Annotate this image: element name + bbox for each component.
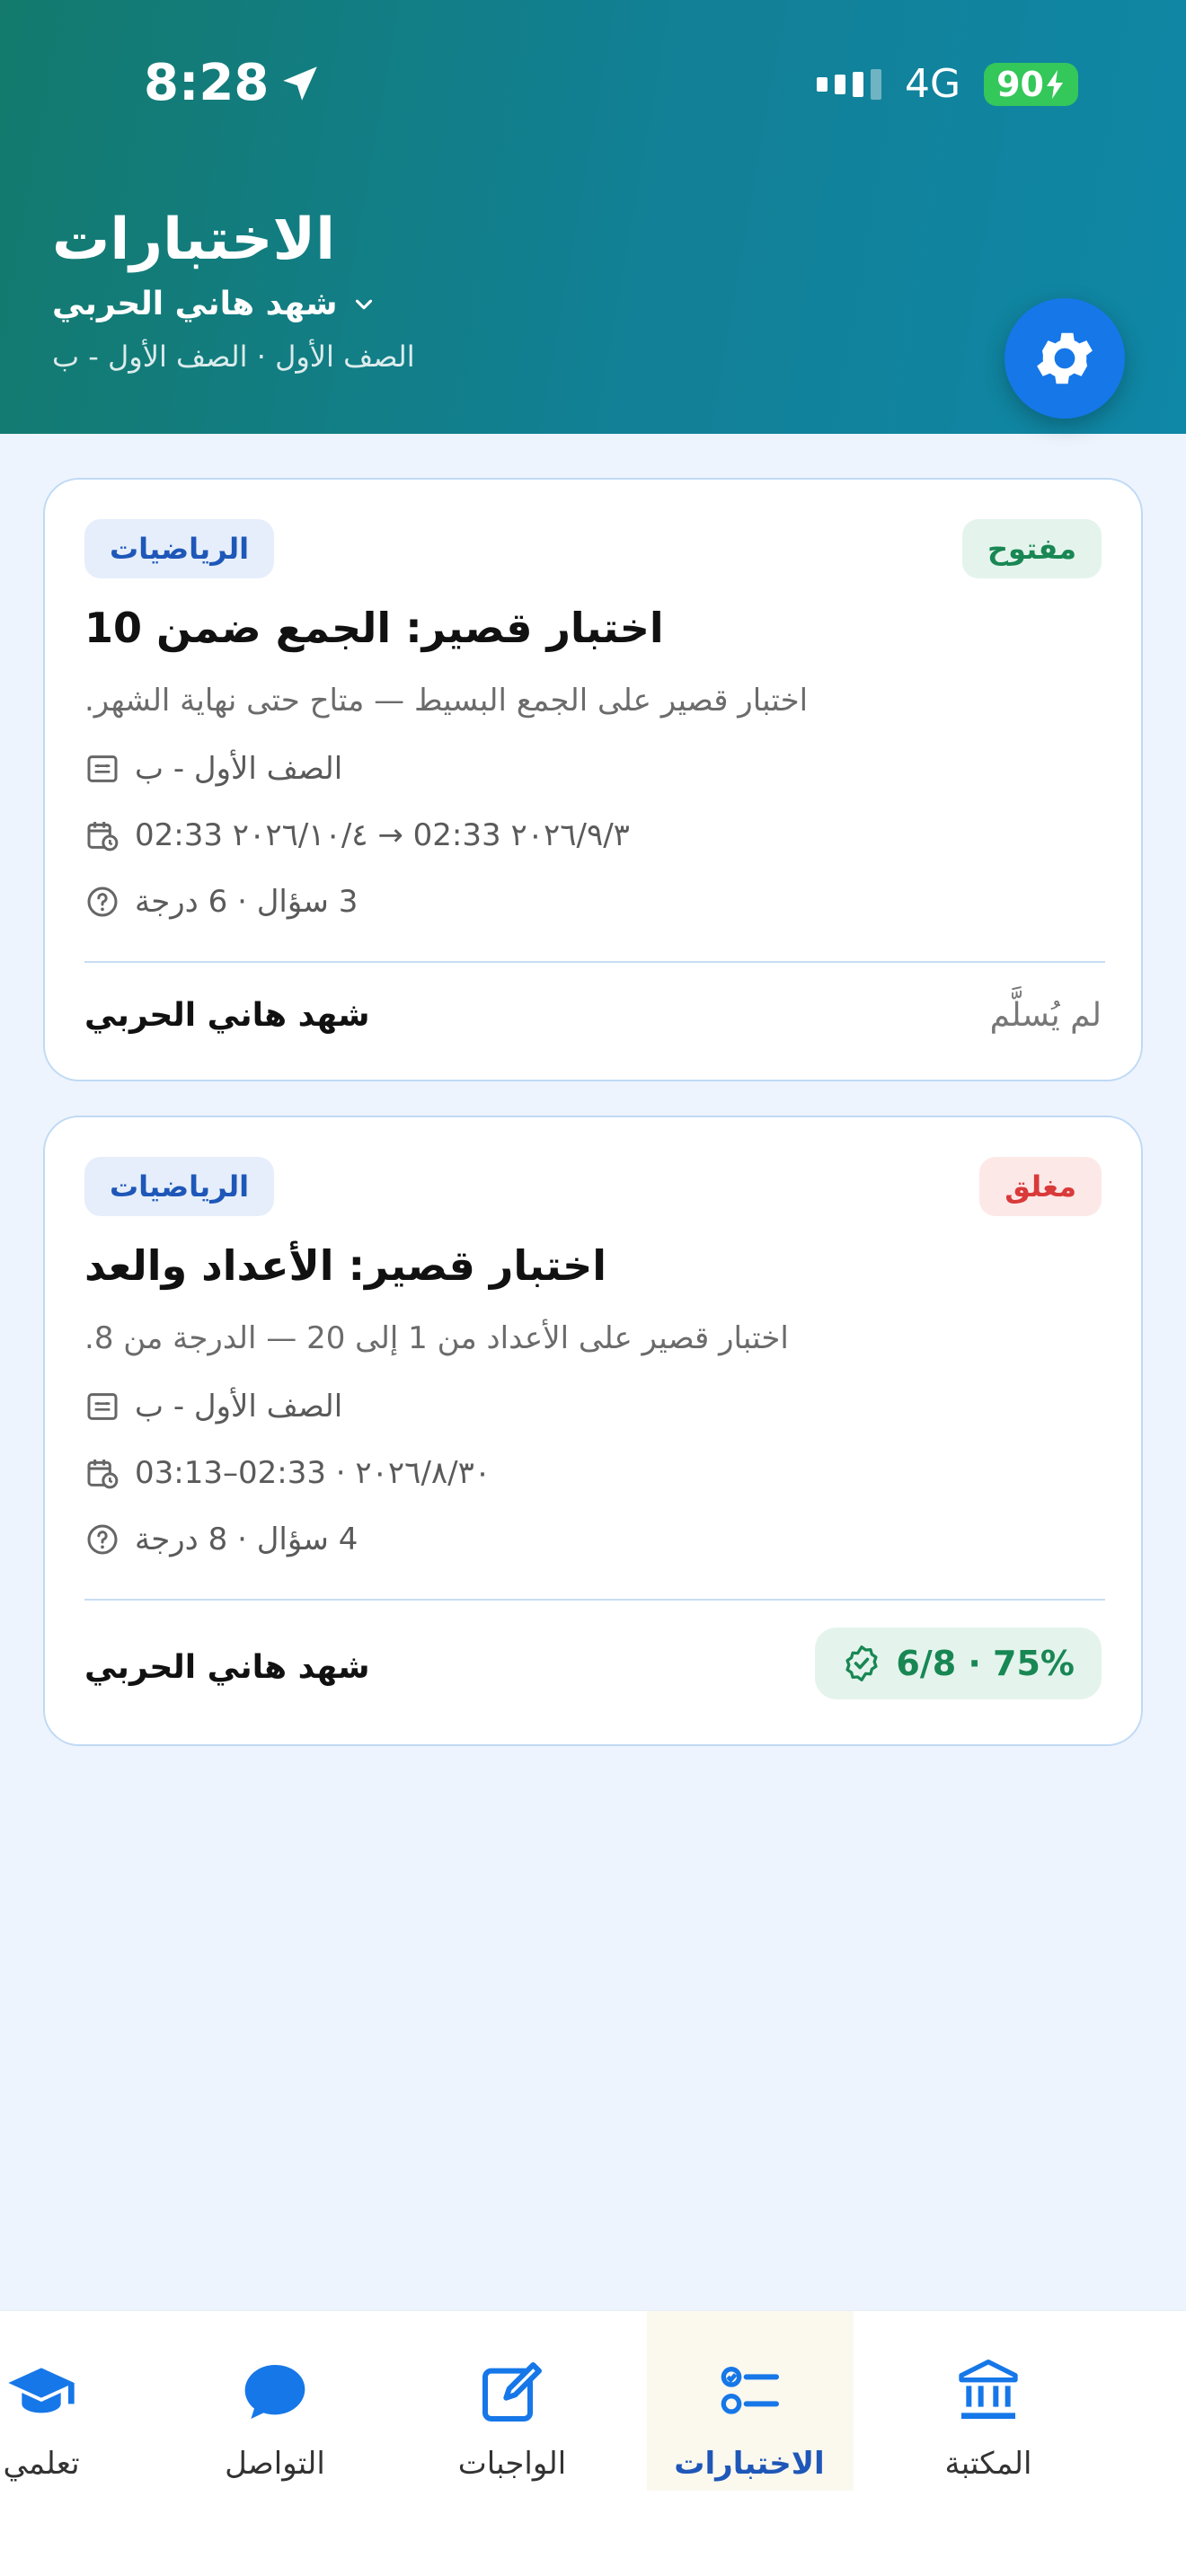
questions-row: 4 سؤال · 8 درجة [84,1522,358,1557]
time-text: 8:28 [144,54,270,112]
calendar-clock-icon [87,1460,119,1489]
nav-item-my-learning[interactable]: تعلمي [0,2356,140,2482]
class-row: الصف الأول - ب [84,1389,342,1425]
battery-level: 90 [996,64,1044,104]
bottom-nav: تعلمي التواصل الواجبات الاختبارات المكتب… [0,2310,1186,2576]
quiz-description: اختبار قصير على الجمع البسيط — متاح حتى … [84,683,809,719]
page-title: الاختبارات [52,207,336,273]
class-line: الصف الأول · الصف الأول - ب [52,340,415,374]
chat-bubble-icon [244,2365,305,2419]
nav-item-library[interactable]: المكتبة [890,2356,1087,2482]
signal-icon [817,68,882,100]
gear-icon [1037,332,1093,384]
verified-badge-icon [845,1645,878,1681]
class-text: الصف الأول - ب [135,751,343,787]
card-student-name: شهد هاني الحربي [84,1649,370,1686]
header: 8:28 4G 90 الاختبارات شهد هاني الحربي ال… [0,0,1186,434]
classroom-icon [87,1393,118,1420]
nav-label: تعلمي [3,2446,80,2482]
date-range: 03:13–02:33 · ٢٠٢٦/٨/٣٠ [135,1455,491,1491]
date-row: 03:13–02:33 · ٢٠٢٦/٨/٣٠ [84,1455,491,1491]
charging-bolt-icon [1047,69,1063,99]
settings-button[interactable] [1005,298,1125,419]
card-student-name: شهد هاني الحربي [84,997,370,1034]
student-name: شهد هاني الحربي [52,286,338,322]
network-label: 4G [905,61,961,107]
date-row: 02:33 ٢٠٢٦/١٠/٤ → 02:33 ٢٠٢٦/٩/٣ [84,817,630,853]
battery-indicator: 90 [984,62,1078,106]
student-selector[interactable]: شهد هاني الحربي [52,286,377,322]
status-bar: 8:28 4G 90 [0,54,1186,126]
card-divider [84,961,1105,963]
score-badge: 6/8 · 75% [815,1628,1102,1699]
score-text: 6/8 · 75% [896,1644,1075,1683]
chevron-down-icon [355,299,372,309]
status-indicators: 4G 90 [817,61,1078,107]
nav-item-communication[interactable]: التواصل [176,2356,374,2482]
card-divider [84,1599,1105,1601]
graduation-cap-icon [8,2368,75,2413]
class-text: الصف الأول - ب [135,1389,343,1425]
submission-status: لم يُسلَّم [989,997,1102,1034]
subject-badge: الرياضيات [84,1157,275,1216]
quiz-description: اختبار قصير على الأعداد من 1 إلى 20 — ال… [84,1320,789,1356]
questions-text: 4 سؤال · 8 درجة [135,1522,358,1557]
pencil-square-icon [482,2362,542,2422]
date-range: 02:33 ٢٠٢٦/١٠/٤ → 02:33 ٢٠٢٦/٩/٣ [135,817,630,853]
library-icon [959,2360,1018,2419]
calendar-clock-icon [87,822,119,851]
nav-label: المكتبة [944,2446,1032,2482]
question-circle-icon [87,887,118,917]
quiz-title: اختبار قصير: الجمع ضمن 10 [84,604,664,652]
location-arrow-icon [283,66,318,101]
quiz-card[interactable]: الرياضيات مغلق اختبار قصير: الأعداد والع… [43,1116,1143,1746]
class-row: الصف الأول - ب [84,751,342,787]
questions-text: 3 سؤال · 6 درجة [135,884,358,920]
questions-row: 3 سؤال · 6 درجة [84,884,358,920]
status-badge: مفتوح [961,519,1102,578]
nav-item-quizzes[interactable]: الاختبارات [651,2356,848,2482]
checklist-icon [721,2367,779,2414]
nav-label: التواصل [225,2446,325,2482]
question-circle-icon [87,1524,118,1555]
status-time: 8:28 [144,54,323,112]
classroom-icon [87,755,118,782]
quiz-title: اختبار قصير: الأعداد والعد [84,1241,607,1290]
subject-badge: الرياضيات [84,519,275,578]
quiz-card[interactable]: الرياضيات مفتوح اختبار قصير: الجمع ضمن 1… [43,478,1143,1081]
nav-label: الاختبارات [674,2446,825,2482]
status-badge: مغلق [979,1157,1102,1216]
nav-label: الواجبات [457,2446,567,2482]
nav-item-homework[interactable]: الواجبات [413,2356,611,2482]
